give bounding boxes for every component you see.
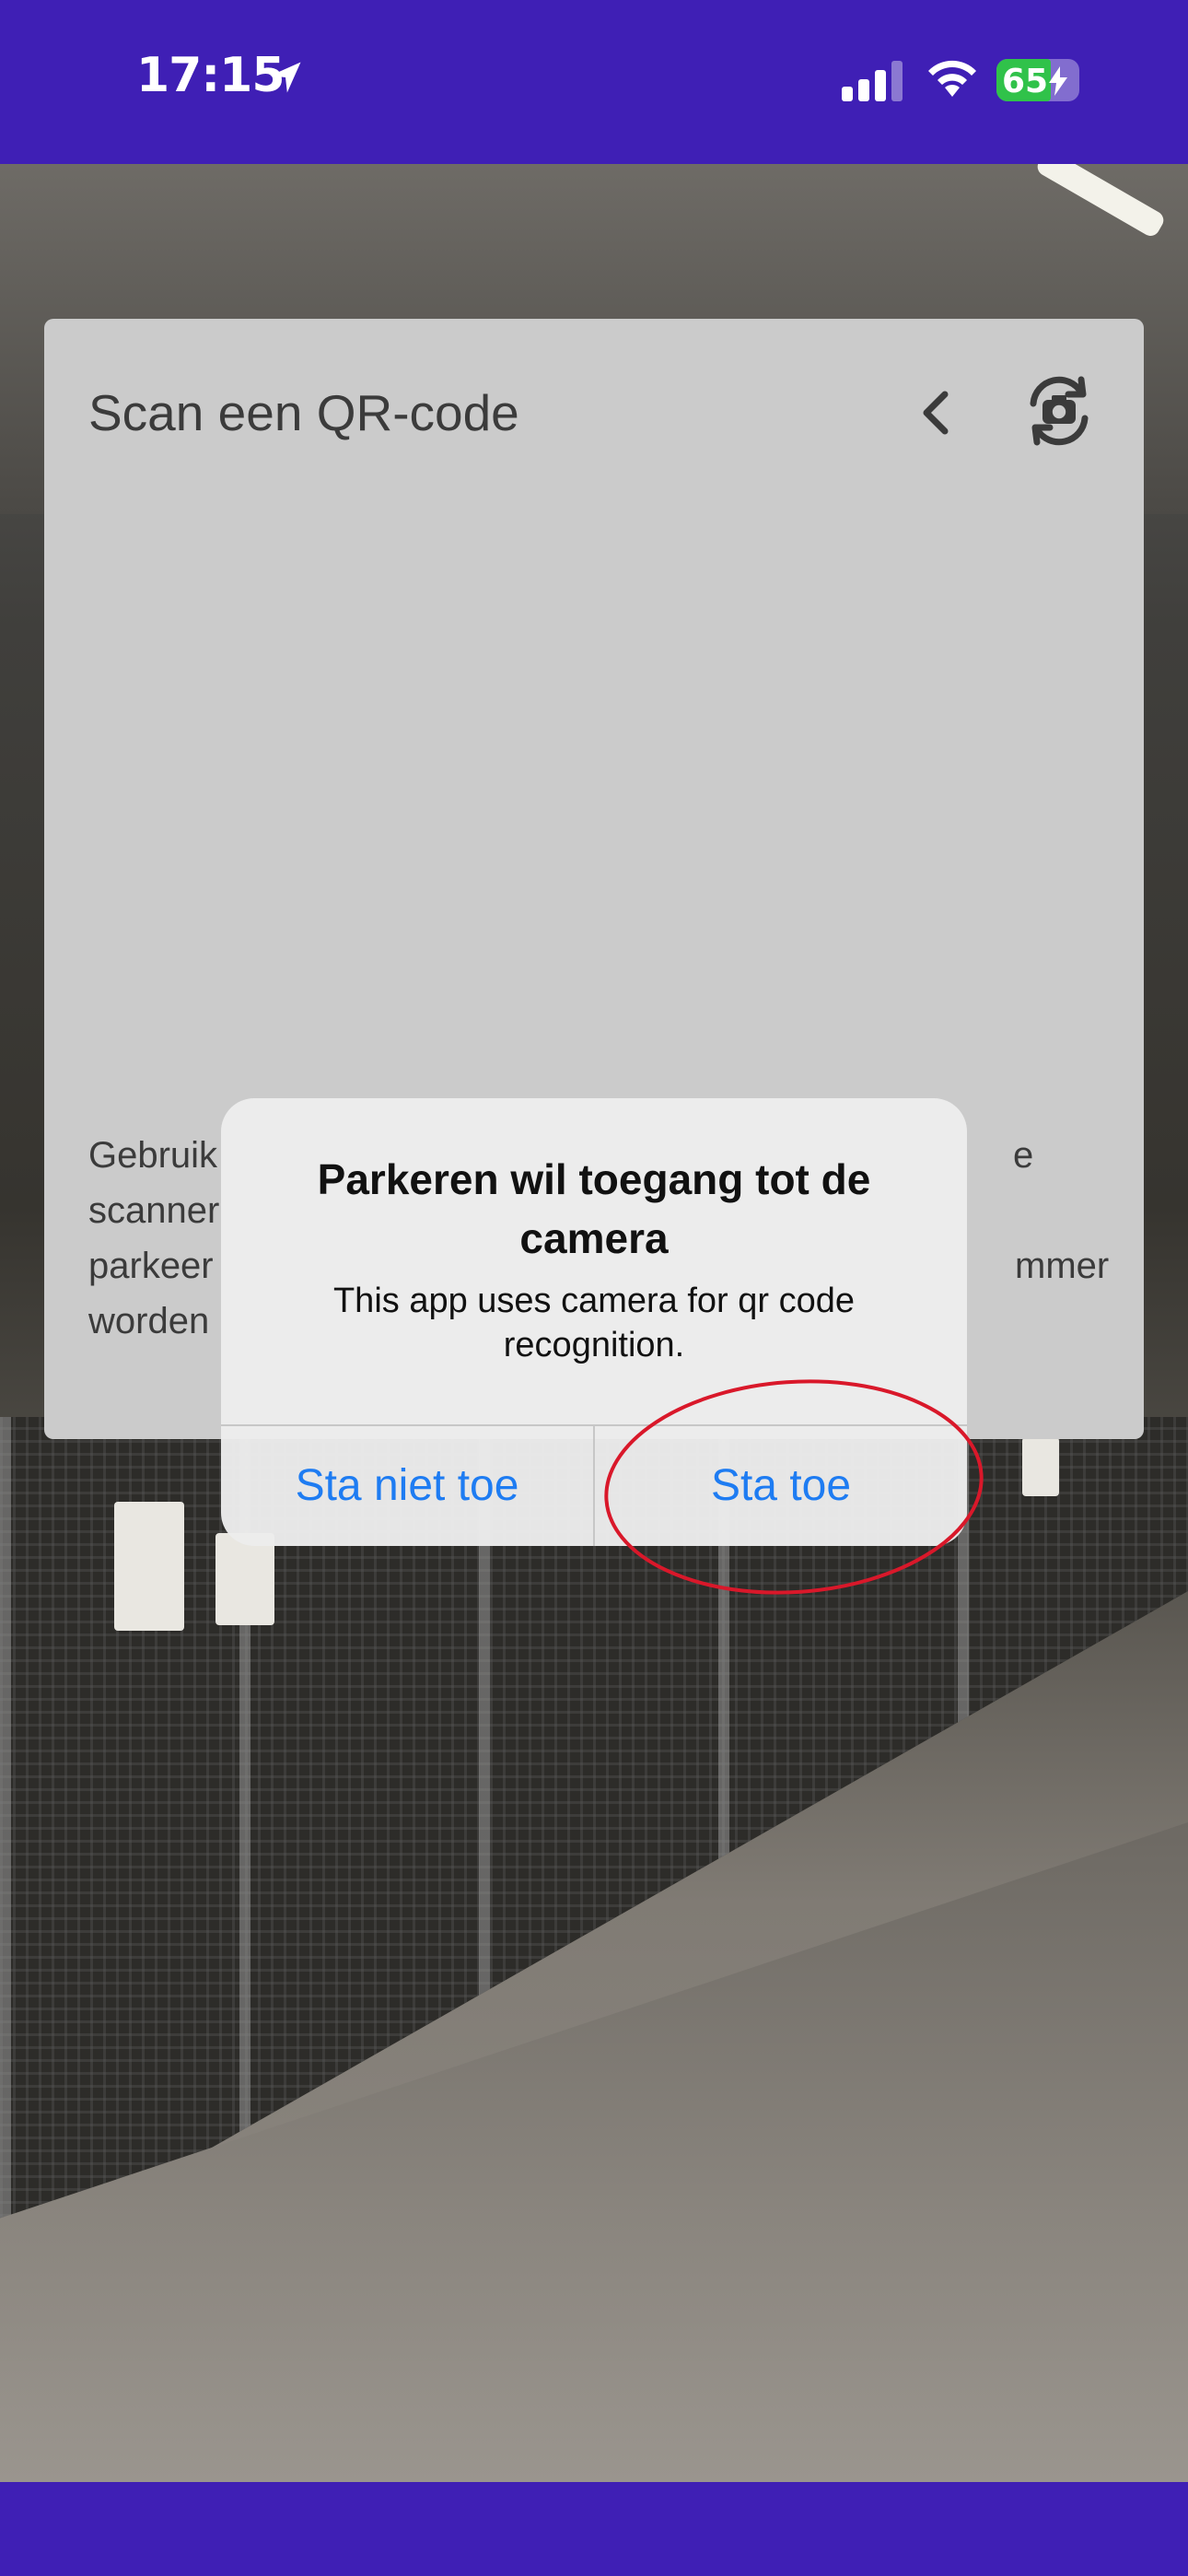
cellular-signal-icon (842, 61, 903, 101)
instruction-text: scanner (88, 1190, 220, 1231)
dialog-message: This app uses camera for qr code recogni… (332, 1282, 856, 1364)
dialog-title: Parkeren wil toegang tot de camera (317, 1155, 871, 1262)
battery-percentage: 65 (1002, 63, 1049, 100)
wall-sign (114, 1502, 184, 1631)
instruction-text: e (1013, 1135, 1034, 1176)
camera-flip-icon[interactable] (1015, 367, 1103, 455)
instruction-text: worden (88, 1301, 210, 1341)
location-arrow-icon (270, 62, 301, 93)
status-bar: 17:15 65 (0, 0, 1188, 164)
deny-button[interactable]: Sta niet toe (221, 1426, 593, 1546)
instruction-text: mmer (1015, 1246, 1110, 1286)
wifi-icon (928, 60, 976, 97)
wall-sign (215, 1533, 274, 1625)
wall-sign (1022, 1437, 1059, 1496)
camera-permission-dialog: Parkeren wil toegang tot de camera This … (221, 1098, 967, 1546)
battery-charging-icon (1049, 66, 1067, 96)
status-time: 17:15 (136, 48, 285, 103)
instruction-text: parkeer (88, 1246, 214, 1286)
instruction-text: Gebruik (88, 1135, 218, 1176)
chevron-left-icon[interactable] (901, 376, 974, 450)
bottom-bar (0, 2482, 1188, 2576)
page-title: Scan een QR-code (88, 384, 519, 441)
battery-indicator: 65 (996, 59, 1079, 101)
allow-button[interactable]: Sta toe (595, 1426, 967, 1546)
